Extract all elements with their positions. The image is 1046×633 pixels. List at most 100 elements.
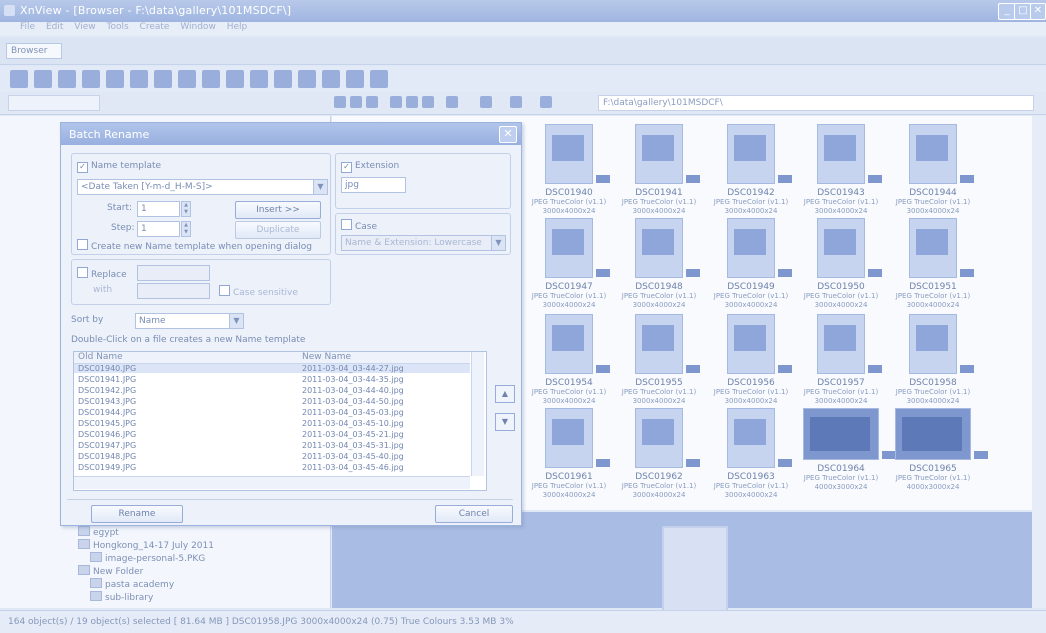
list-row[interactable]: DSC01946.JPG 2011-03-04_03-45-21.jpg — [74, 430, 470, 439]
view-mode-icon[interactable] — [446, 96, 458, 108]
menu-window[interactable]: Window — [180, 22, 216, 32]
thumbnail-item[interactable]: DSC01965 JPEG TrueColor (v1.1) 4000x3000x2… — [892, 408, 988, 508]
thumbnail-item[interactable]: DSC01948 JPEG TrueColor (v1.1) 3000x4000x2… — [618, 218, 700, 318]
tree-item[interactable]: egypt — [78, 526, 119, 538]
thumbnail-item[interactable]: DSC01954 JPEG TrueColor (v1.1) 3000x4000x2… — [528, 314, 610, 414]
list-row[interactable]: DSC01944.JPG 2011-03-04_03-45-03.jpg — [74, 408, 470, 417]
step-spinner[interactable]: ▲ ▼ — [181, 221, 191, 237]
list-row[interactable]: DSC01943.JPG 2011-03-04_03-44-50.jpg — [74, 397, 470, 406]
case-sensitive-checkbox[interactable]: Case sensitive — [219, 285, 298, 298]
close-button[interactable]: ✕ — [1030, 3, 1046, 20]
thumbnail-item[interactable]: DSC01963 JPEG TrueColor (v1.1) 3000x4000x2… — [710, 408, 792, 508]
search-icon[interactable] — [178, 70, 196, 88]
sort-icon[interactable] — [480, 96, 492, 108]
delete-icon[interactable] — [422, 96, 434, 108]
replace-checkbox[interactable]: Replace — [77, 267, 127, 280]
thumbnail-item[interactable]: DSC01957 JPEG TrueColor (v1.1) 3000x4000x2… — [800, 314, 882, 414]
thumbnail-item[interactable]: DSC01956 JPEG TrueColor (v1.1) 3000x4000x2… — [710, 314, 792, 414]
start-input[interactable]: 1 — [137, 201, 180, 217]
menu-view[interactable]: View — [74, 22, 95, 32]
print-icon[interactable] — [202, 70, 220, 88]
thumbnail-item[interactable]: DSC01949 JPEG TrueColor (v1.1) 3000x4000x2… — [710, 218, 792, 318]
case-checkbox[interactable]: Case — [341, 219, 377, 232]
nav-up-icon[interactable] — [366, 96, 378, 108]
new-folder-icon[interactable] — [390, 96, 402, 108]
nav-forward-icon[interactable] — [350, 96, 362, 108]
move-down-button[interactable]: ▼ — [495, 413, 515, 431]
tab-browser[interactable]: Browser — [6, 43, 62, 59]
case-select[interactable]: Name & Extension: Lowercase ▼ — [341, 235, 506, 251]
address-input[interactable]: F:\data\gallery\101MSDCF\ — [598, 95, 1034, 111]
list-vertical-scrollbar[interactable] — [471, 352, 484, 476]
list-row[interactable]: DSC01948.JPG 2011-03-04_03-45-40.jpg — [74, 452, 470, 461]
thumbnail-item[interactable]: DSC01951 JPEG TrueColor (v1.1) 3000x4000x2… — [892, 218, 974, 318]
vertical-scrollbar[interactable] — [1032, 116, 1046, 608]
filter-icon[interactable] — [510, 96, 522, 108]
with-input[interactable] — [137, 283, 210, 299]
slideshow-icon[interactable] — [130, 70, 148, 88]
move-up-button[interactable]: ▲ — [495, 385, 515, 403]
list-row[interactable]: DSC01945.JPG 2011-03-04_03-45-10.jpg — [74, 419, 470, 428]
thumbnail-item[interactable]: DSC01941 JPEG TrueColor (v1.1) 3000x4000x2… — [618, 124, 700, 224]
save-icon[interactable] — [34, 70, 52, 88]
list-row[interactable]: DSC01942.JPG 2011-03-04_03-44-40.jpg — [74, 386, 470, 395]
list-row[interactable]: DSC01940.JPG 2011-03-04_03-44-27.jpg — [74, 364, 470, 373]
thumbnail-item[interactable]: DSC01955 JPEG TrueColor (v1.1) 3000x4000x2… — [618, 314, 700, 414]
tree-item[interactable]: New Folder — [78, 565, 143, 577]
tree-item[interactable]: image-personal-5.PKG — [90, 552, 205, 564]
thumbnail-item[interactable]: DSC01964 JPEG TrueColor (v1.1) 4000x3000x2… — [800, 408, 896, 508]
name-template-checkbox[interactable]: ✓ Name template — [77, 161, 161, 173]
thumbnail-item[interactable]: DSC01950 JPEG TrueColor (v1.1) 3000x4000x2… — [800, 218, 882, 318]
replace-input[interactable] — [137, 265, 210, 281]
extension-input[interactable]: jpg — [341, 177, 406, 193]
list-row[interactable]: DSC01949.JPG 2011-03-04_03-45-46.jpg — [74, 463, 470, 472]
open-icon[interactable] — [10, 70, 28, 88]
convert-icon[interactable] — [154, 70, 172, 88]
tree-item[interactable]: pasta academy — [90, 578, 174, 590]
menu-file[interactable]: File — [20, 22, 35, 32]
acquire-icon[interactable] — [106, 70, 124, 88]
thumbnail-item[interactable]: DSC01944 JPEG TrueColor (v1.1) 3000x4000x2… — [892, 124, 974, 224]
duplicate-button[interactable]: Duplicate — [235, 221, 321, 239]
create-new-template-checkbox[interactable]: Create new Name template when opening di… — [77, 239, 312, 252]
list-horizontal-scrollbar[interactable] — [74, 476, 470, 489]
sort-by-select[interactable]: Name ▼ — [135, 313, 244, 329]
settings-icon[interactable] — [346, 70, 364, 88]
nav-back-icon[interactable] — [334, 96, 346, 108]
menu-create[interactable]: Create — [140, 22, 170, 32]
list-row[interactable]: DSC01947.JPG 2011-03-04_03-45-31.jpg — [74, 441, 470, 450]
thumbnail-item[interactable]: DSC01947 JPEG TrueColor (v1.1) 3000x4000x2… — [528, 218, 610, 318]
list-row[interactable]: DSC01941.JPG 2011-03-04_03-44-35.jpg — [74, 375, 470, 384]
rename-button[interactable]: Rename — [91, 505, 183, 523]
thumbnail-item[interactable]: DSC01940 JPEG TrueColor (v1.1) 3000x4000x2… — [528, 124, 610, 224]
menu-tools[interactable]: Tools — [106, 22, 128, 32]
thumbnails-icon[interactable] — [226, 70, 244, 88]
cancel-button[interactable]: Cancel — [435, 505, 513, 523]
insert-button[interactable]: Insert >> — [235, 201, 321, 219]
menu-help[interactable]: Help — [227, 22, 248, 32]
old-name-column-header[interactable]: Old Name — [78, 352, 123, 363]
thumbnail-item[interactable]: DSC01958 JPEG TrueColor (v1.1) 3000x4000x2… — [892, 314, 974, 414]
refresh-icon[interactable] — [540, 96, 552, 108]
step-input[interactable]: 1 — [137, 221, 180, 237]
start-spinner[interactable]: ▲ ▼ — [181, 201, 191, 217]
tree-item[interactable]: Hongkong_14-17 July 2011 — [78, 539, 214, 551]
dialog-close-button[interactable]: ✕ — [499, 126, 517, 143]
name-template-select[interactable]: <Date Taken [Y-m-d_H-M-S]> ▼ — [77, 179, 328, 195]
fullscreen-icon[interactable] — [274, 70, 292, 88]
options-icon[interactable] — [322, 70, 340, 88]
thumbnail-item[interactable]: DSC01961 JPEG TrueColor (v1.1) 3000x4000x2… — [528, 408, 610, 508]
thumbnail-item[interactable]: DSC01962 JPEG TrueColor (v1.1) 3000x4000x2… — [618, 408, 700, 508]
forward-icon[interactable] — [82, 70, 100, 88]
thumbnail-item[interactable]: DSC01943 JPEG TrueColor (v1.1) 3000x4000x2… — [800, 124, 882, 224]
web-icon[interactable] — [298, 70, 316, 88]
tree-item[interactable]: sub-library — [90, 591, 153, 603]
rename-preview-list[interactable]: Old Name New Name DSC01940.JPG 2011-03-04… — [73, 351, 487, 491]
thumbnail-item[interactable]: DSC01942 JPEG TrueColor (v1.1) 3000x4000x2… — [710, 124, 792, 224]
back-icon[interactable] — [58, 70, 76, 88]
extension-checkbox[interactable]: ✓ Extension — [341, 161, 399, 173]
edit-icon[interactable] — [406, 96, 418, 108]
info-icon[interactable] — [370, 70, 388, 88]
details-icon[interactable] — [250, 70, 268, 88]
new-name-column-header[interactable]: New Name — [302, 352, 351, 363]
